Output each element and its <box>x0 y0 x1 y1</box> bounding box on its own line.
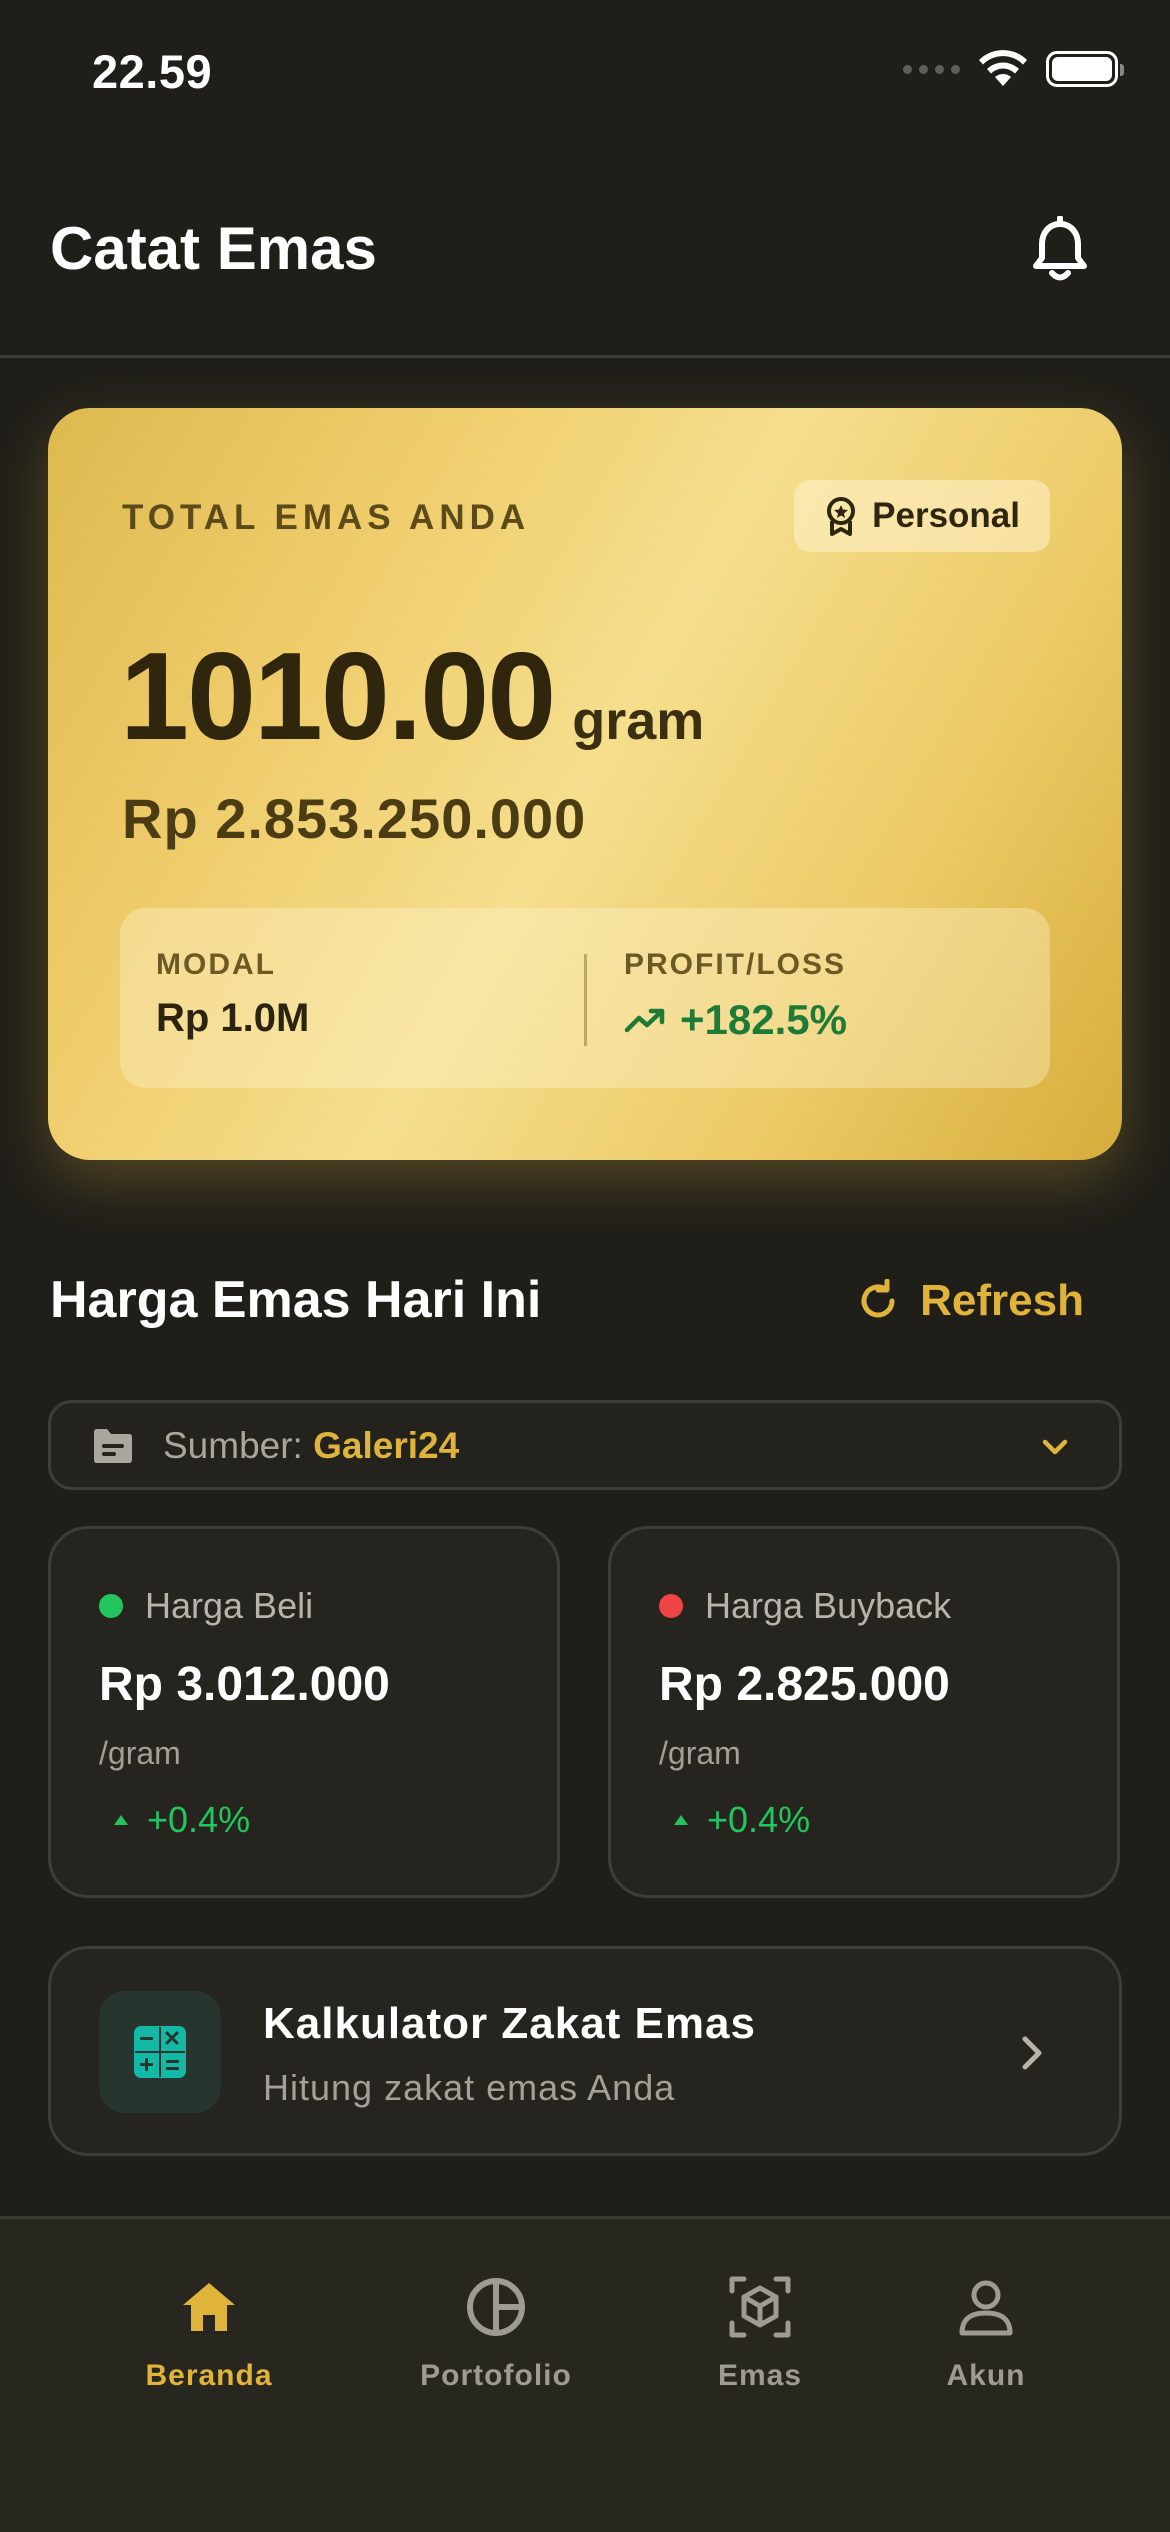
nav-label-portofolio: Portofolio <box>420 2359 572 2392</box>
buy-change-value: +0.4% <box>147 1799 251 1840</box>
calculator-icon <box>134 2026 186 2078</box>
source-label: Sumber: <box>163 1425 303 1466</box>
refresh-icon <box>861 1279 895 1318</box>
pie-chart-icon <box>467 2278 525 2336</box>
buy-status-dot <box>99 1594 123 1618</box>
status-bar: 22.59 <box>0 0 1170 150</box>
buy-price-unit: /gram <box>99 1735 181 1771</box>
bottom-navigation: Beranda Portofolio Emas Akun <box>0 2216 1170 2532</box>
profit-value: +182.5% <box>680 996 847 1043</box>
triangle-up-icon <box>114 1815 128 1825</box>
nav-label-akun: Akun <box>946 2359 1026 2392</box>
nav-item-beranda[interactable]: Beranda <box>99 2271 319 2393</box>
buy-price-value: Rp 3.012.000 <box>99 1658 390 1711</box>
total-value-rupiah: Rp 2.853.250.000 <box>122 787 587 850</box>
badge-label: Personal <box>872 496 1020 535</box>
notification-button[interactable] <box>1030 215 1090 284</box>
nav-item-akun[interactable]: Akun <box>876 2271 1096 2393</box>
buyback-price-change: +0.4% <box>673 1799 810 1841</box>
triangle-up-icon <box>674 1815 688 1825</box>
buyback-price-label: Harga Buyback <box>705 1585 952 1626</box>
bell-icon <box>1033 215 1087 281</box>
profit-stat: PROFIT/LOSS +182.5% <box>624 948 847 1044</box>
modal-label: MODAL <box>156 948 276 981</box>
cellular-signal-icon <box>903 64 960 74</box>
trend-up-icon <box>624 1008 665 1033</box>
total-weight-value: 1010.00 <box>120 628 556 766</box>
buyback-price-unit: /gram <box>659 1735 741 1771</box>
stats-box: MODAL Rp 1.0M PROFIT/LOSS +182.5% <box>120 908 1050 1088</box>
app-header: Catat Emas <box>0 190 1170 358</box>
profit-label: PROFIT/LOSS <box>624 948 847 981</box>
buyback-price-value: Rp 2.825.000 <box>659 1658 950 1711</box>
modal-stat: MODAL Rp 1.0M <box>156 948 309 1041</box>
total-gold-label: TOTAL EMAS ANDA <box>122 498 531 537</box>
page-title: Catat Emas <box>50 215 377 282</box>
folder-icon <box>94 1429 132 1463</box>
refresh-label: Refresh <box>920 1276 1084 1325</box>
zakat-calculator-card[interactable]: Kalkulator Zakat Emas Hitung zakat emas … <box>48 1946 1122 2156</box>
nav-item-emas[interactable]: Emas <box>650 2271 870 2393</box>
zakat-title: Kalkulator Zakat Emas <box>263 1999 756 2048</box>
stats-divider <box>584 954 587 1046</box>
prices-section-title: Harga Emas Hari Ini <box>50 1271 542 1329</box>
zakat-subtitle: Hitung zakat emas Anda <box>263 2067 676 2108</box>
buyback-change-value: +0.4% <box>707 1799 811 1840</box>
buy-price-card[interactable]: Harga Beli Rp 3.012.000 /gram +0.4% <box>48 1526 560 1898</box>
buyback-status-dot <box>659 1594 683 1618</box>
modal-value: Rp 1.0M <box>156 996 310 1040</box>
home-icon <box>183 2283 235 2331</box>
source-dropdown[interactable]: Sumber: Galeri24 <box>48 1400 1122 1490</box>
zakat-icon-box <box>99 1991 221 2113</box>
nav-label-beranda: Beranda <box>145 2359 273 2392</box>
badge-icon <box>827 497 856 536</box>
chevron-down-icon <box>1042 1439 1068 1455</box>
battery-icon <box>1046 51 1124 87</box>
refresh-button[interactable]: Refresh <box>856 1276 1084 1326</box>
buy-price-change: +0.4% <box>113 1799 250 1841</box>
user-icon <box>959 2280 1013 2336</box>
status-time: 22.59 <box>92 45 213 98</box>
total-gold-card: TOTAL EMAS ANDA Personal 1010.00 gram Rp… <box>48 408 1122 1160</box>
total-weight-unit: gram <box>572 691 705 751</box>
source-value: Galeri24 <box>313 1425 460 1466</box>
chevron-right-icon <box>1022 2036 1042 2070</box>
nav-item-portofolio[interactable]: Portofolio <box>386 2271 606 2393</box>
total-weight: 1010.00 gram <box>120 626 704 768</box>
cube-scan-icon <box>729 2276 791 2338</box>
status-icons <box>903 50 1124 88</box>
nav-label-emas: Emas <box>717 2359 803 2392</box>
buyback-price-card[interactable]: Harga Buyback Rp 2.825.000 /gram +0.4% <box>608 1526 1120 1898</box>
wifi-icon <box>979 50 1027 86</box>
account-type-badge[interactable]: Personal <box>794 480 1050 552</box>
buy-price-label: Harga Beli <box>145 1585 314 1626</box>
